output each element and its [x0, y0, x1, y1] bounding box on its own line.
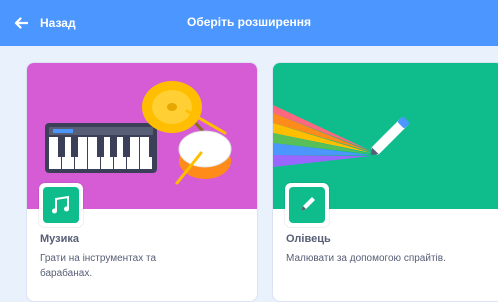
extension-title: Музика	[40, 233, 79, 245]
extension-description: Малювати за допомогою спрайтів.	[286, 253, 446, 264]
music-notes-icon	[52, 195, 69, 214]
music-extension-icon-box	[39, 183, 83, 227]
pen-extension-icon-box	[285, 183, 329, 227]
extension-card-pen[interactable]: Олівець Малювати за допомогою спрайтів.	[272, 62, 498, 302]
extension-card-music[interactable]: Музика Грати на інструментах та барабана…	[26, 62, 258, 302]
extension-library-header: Назад Оберіть розширення	[0, 0, 498, 46]
extension-title: Олівець	[286, 233, 331, 245]
extension-description: Грати на інструментах та барабанах.	[40, 253, 157, 279]
page-title: Оберіть розширення	[186, 15, 312, 29]
pen-icon	[301, 197, 315, 211]
